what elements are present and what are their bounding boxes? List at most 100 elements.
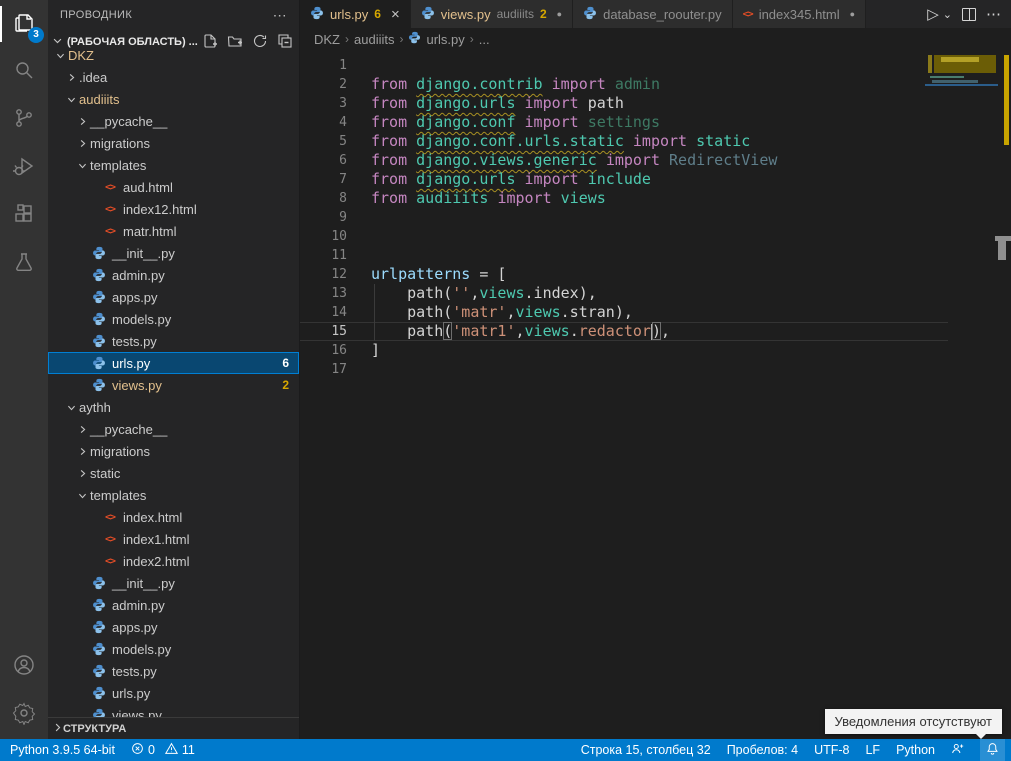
code-line-16[interactable]: 16] bbox=[300, 341, 948, 360]
run-dropdown-icon[interactable]: ⌄ bbox=[943, 8, 952, 21]
breadcrumb-item[interactable]: audiiits bbox=[354, 32, 394, 47]
tree-item-templates[interactable]: templates bbox=[48, 154, 299, 176]
activitybar-explorer[interactable]: 3 bbox=[0, 0, 48, 48]
status-feedback[interactable] bbox=[951, 739, 964, 761]
activitybar-testing[interactable] bbox=[0, 240, 48, 288]
activitybar-accounts[interactable] bbox=[0, 643, 48, 691]
breadcrumb[interactable]: DKZ›audiiits›urls.py›... bbox=[300, 28, 1011, 50]
tree-item-__init__.py[interactable]: __init__.py bbox=[48, 572, 299, 594]
status-language-mode[interactable]: Python bbox=[896, 739, 935, 761]
code-line-15[interactable]: 15 path('matr1',views.redactor), bbox=[300, 322, 948, 341]
code-line-5[interactable]: 5from django.conf.urls.static import sta… bbox=[300, 132, 948, 151]
editor-more-actions-button[interactable]: ⋯ bbox=[986, 5, 1001, 23]
breadcrumb-item[interactable]: ... bbox=[479, 32, 490, 47]
status-cursor-position[interactable]: Строка 15, столбец 32 bbox=[581, 739, 711, 761]
tab-database_roouter.py[interactable]: database_roouter.py bbox=[573, 0, 733, 28]
python-icon bbox=[90, 686, 108, 700]
code-line-10[interactable]: 10 bbox=[300, 227, 948, 246]
tree-item-migrations[interactable]: migrations bbox=[48, 440, 299, 462]
explorer-badge: 3 bbox=[28, 27, 44, 43]
tree-item-index.html[interactable]: <>index.html bbox=[48, 506, 299, 528]
tree-item-__pycache__[interactable]: __pycache__ bbox=[48, 418, 299, 440]
tree-item-templates[interactable]: templates bbox=[48, 484, 299, 506]
code-line-9[interactable]: 9 bbox=[300, 208, 948, 227]
code-area[interactable]: 12from django.contrib import admin3from … bbox=[300, 50, 1011, 379]
tab-problems-badge: 6 bbox=[374, 7, 381, 21]
outline-section-header[interactable]: СТРУКТУРА bbox=[48, 717, 299, 739]
tree-item-admin.py[interactable]: admin.py bbox=[48, 264, 299, 286]
code-line-12[interactable]: 12urlpatterns = [ bbox=[300, 265, 948, 284]
code-line-11[interactable]: 11 bbox=[300, 246, 948, 265]
status-python-interpreter[interactable]: Python 3.9.5 64-bit bbox=[10, 739, 115, 761]
activitybar-run-debug[interactable] bbox=[0, 144, 48, 192]
tree-item-migrations[interactable]: migrations bbox=[48, 132, 299, 154]
tree-item-apps.py[interactable]: apps.py bbox=[48, 286, 299, 308]
breadcrumb-item[interactable]: urls.py bbox=[426, 32, 464, 47]
tree-item-tests.py[interactable]: tests.py bbox=[48, 330, 299, 352]
activitybar-search[interactable] bbox=[0, 48, 48, 96]
code-line-4[interactable]: 4from django.conf import settings bbox=[300, 113, 948, 132]
code-line-3[interactable]: 3from django.urls import path bbox=[300, 94, 948, 113]
tree-item-__pycache__[interactable]: __pycache__ bbox=[48, 110, 299, 132]
tree-item-label: aud.html bbox=[123, 180, 173, 195]
tree-item-urls.py[interactable]: urls.py bbox=[48, 682, 299, 704]
tree-item-label: urls.py bbox=[112, 356, 150, 371]
run-python-file-button[interactable]: ▷ bbox=[927, 5, 939, 23]
tree-item-audiiits[interactable]: audiiits bbox=[48, 88, 299, 110]
python-icon bbox=[90, 312, 108, 326]
tree-item-tests.py[interactable]: tests.py bbox=[48, 660, 299, 682]
tree-item-admin.py[interactable]: admin.py bbox=[48, 594, 299, 616]
tab-urls.py[interactable]: urls.py6× bbox=[300, 0, 411, 28]
tree-item-DKZ[interactable]: DKZ bbox=[48, 44, 299, 66]
chevron-right-icon bbox=[52, 722, 63, 736]
status-problems[interactable]: 011 bbox=[131, 739, 195, 761]
status-indentation[interactable]: Пробелов: 4 bbox=[727, 739, 798, 761]
close-icon[interactable]: × bbox=[391, 6, 400, 23]
tree-item-models.py[interactable]: models.py bbox=[48, 638, 299, 660]
tree-item-label: views.py bbox=[112, 708, 162, 718]
tree-item-label: DKZ bbox=[68, 48, 94, 63]
tree-item-index12.html[interactable]: <>index12.html bbox=[48, 198, 299, 220]
tree-item-.idea[interactable]: .idea bbox=[48, 66, 299, 88]
line-number: 13 bbox=[300, 284, 347, 303]
tree-item-__init__.py[interactable]: __init__.py bbox=[48, 242, 299, 264]
status-encoding[interactable]: UTF-8 bbox=[814, 739, 849, 761]
tree-item-label: migrations bbox=[90, 136, 150, 151]
split-editor-button[interactable] bbox=[962, 8, 976, 21]
code-line-14[interactable]: 14 path('matr',views.stran), bbox=[300, 303, 948, 322]
tab-views.py[interactable]: views.pyaudiiits2● bbox=[411, 0, 573, 28]
tree-item-static[interactable]: static bbox=[48, 462, 299, 484]
tree-item-index2.html[interactable]: <>index2.html bbox=[48, 550, 299, 572]
file-tree: DKZ.ideaaudiiits__pycache__migrationstem… bbox=[48, 44, 299, 717]
tree-item-aud.html[interactable]: <>aud.html bbox=[48, 176, 299, 198]
tree-item-matr.html[interactable]: <>matr.html bbox=[48, 220, 299, 242]
activitybar-extensions[interactable] bbox=[0, 192, 48, 240]
sidebar-title-row: ПРОВОДНИК ⋯ bbox=[48, 0, 299, 30]
status-eol[interactable]: LF bbox=[865, 739, 880, 761]
code-line-13[interactable]: 13 path('',views.index), bbox=[300, 284, 948, 303]
tree-item-label: index12.html bbox=[123, 202, 197, 217]
tab-label: views.py bbox=[441, 7, 491, 22]
tab-index345.html[interactable]: <>index345.html● bbox=[733, 0, 866, 28]
code-line-2[interactable]: 2from django.contrib import admin bbox=[300, 75, 948, 94]
tree-item-index1.html[interactable]: <>index1.html bbox=[48, 528, 299, 550]
tree-item-apps.py[interactable]: apps.py bbox=[48, 616, 299, 638]
tree-item-aythh[interactable]: aythh bbox=[48, 396, 299, 418]
tree-item-label: tests.py bbox=[112, 664, 157, 679]
activitybar-settings[interactable] bbox=[0, 691, 48, 739]
tree-item-label: templates bbox=[90, 158, 146, 173]
code-line-17[interactable]: 17 bbox=[300, 360, 948, 379]
tree-item-views.py[interactable]: views.py bbox=[48, 704, 299, 717]
breadcrumb-item[interactable]: DKZ bbox=[314, 32, 340, 47]
html-icon: <> bbox=[101, 512, 119, 523]
activitybar-source-control[interactable] bbox=[0, 96, 48, 144]
tree-item-views.py[interactable]: views.py2 bbox=[48, 374, 299, 396]
code-line-6[interactable]: 6from django.views.generic import Redire… bbox=[300, 151, 948, 170]
tree-item-urls.py[interactable]: urls.py6 bbox=[48, 352, 299, 374]
code-line-1[interactable]: 1 bbox=[300, 56, 948, 75]
code-line-8[interactable]: 8from audiiits import views bbox=[300, 189, 948, 208]
code-line-7[interactable]: 7from django.urls import include bbox=[300, 170, 948, 189]
explorer-more-actions-icon[interactable]: ⋯ bbox=[273, 7, 287, 24]
editor-group: urls.py 6 × views.pyaudiiits2●database_roou… bbox=[300, 0, 1011, 739]
tree-item-models.py[interactable]: models.py bbox=[48, 308, 299, 330]
